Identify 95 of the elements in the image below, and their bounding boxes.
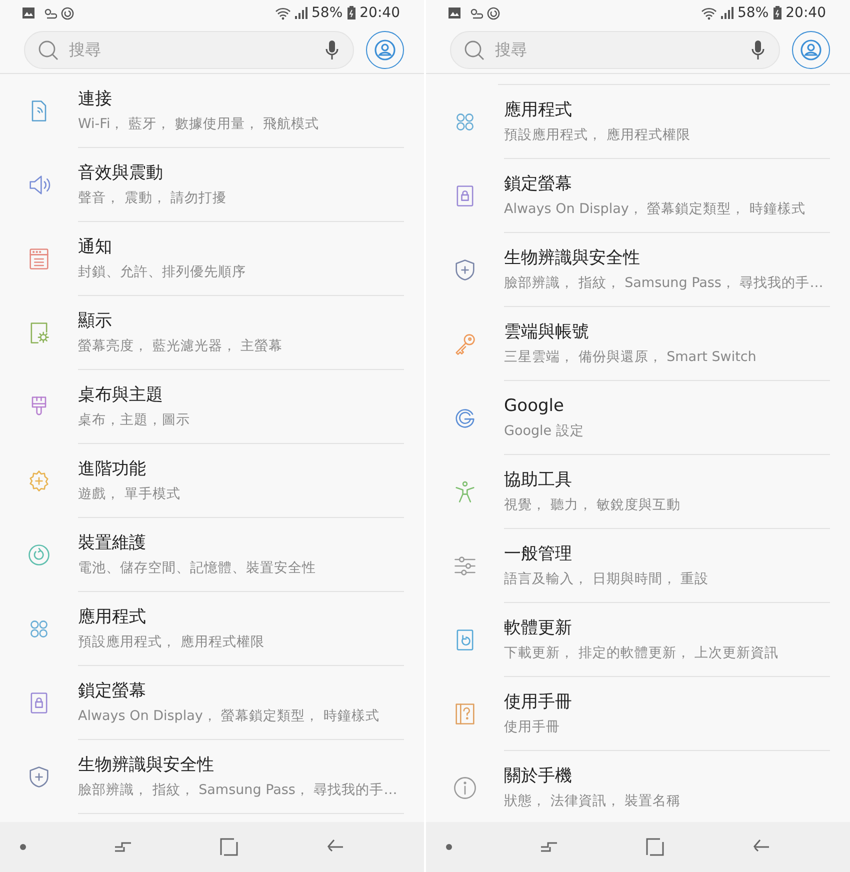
clock-time: 20:40 <box>360 4 400 22</box>
item-title: 連接 <box>78 88 112 108</box>
battery-percentage: 58% <box>738 4 769 22</box>
microphone-icon <box>325 40 339 60</box>
person-circle-icon <box>374 38 396 60</box>
item-subtitle: 電池、儲存空間、記憶體、裝置安全性 <box>78 560 316 576</box>
item-subtitle: 螢幕亮度， 藍光濾光器， 主螢幕 <box>78 338 283 354</box>
settings-item[interactable]: 顯示 螢幕亮度， 藍光濾光器， 主螢幕 <box>0 296 424 370</box>
settings-item[interactable]: 生物辨識與安全性 臉部辨識， 指紋， Samsung Pass， 尋找我的手… <box>0 740 424 814</box>
home-button[interactable] <box>220 838 238 856</box>
item-title: 生物辨識與安全性 <box>78 754 214 774</box>
search-input[interactable]: 搜尋 <box>67 36 317 62</box>
dot-icon <box>446 844 452 850</box>
signal-icon <box>294 7 308 19</box>
wifi-icon <box>274 6 291 20</box>
item-title: 協助工具 <box>504 470 572 490</box>
item-subtitle: 預設應用程式， 應用程式權限 <box>504 126 690 142</box>
item-subtitle: 視覺， 聽力， 敏銳度與互動 <box>504 496 681 512</box>
item-title: 生物辨識與安全性 <box>504 248 640 268</box>
item-title: 應用程式 <box>78 606 146 626</box>
item-title: 應用程式 <box>504 100 572 120</box>
item-subtitle: 下載更新， 排定的軟體更新， 上次更新資訊 <box>504 644 779 660</box>
profile-button[interactable] <box>792 30 830 68</box>
image-icon <box>448 7 461 19</box>
search-field[interactable]: 搜尋 <box>24 30 354 68</box>
search-icon <box>463 38 485 60</box>
item-title: 鎖定螢幕 <box>78 680 146 700</box>
search-field[interactable]: 搜尋 <box>450 30 780 68</box>
settings-item[interactable]: 應用程式 預設應用程式， 應用程式權限 <box>426 85 850 159</box>
profile-button[interactable] <box>366 30 404 68</box>
settings-item[interactable]: 裝置維護 電池、儲存空間、記憶體、裝置安全性 <box>0 518 424 592</box>
settings-item[interactable]: 一般管理 語言及輸入， 日期與時間， 重設 <box>426 529 850 603</box>
settings-item[interactable]: 鎖定螢幕 Always On Display， 螢幕鎖定類型， 時鐘樣式 <box>0 666 424 740</box>
item-title: Google <box>504 396 564 416</box>
info-icon <box>452 775 478 801</box>
item-title: 通知 <box>78 236 112 256</box>
settings-item[interactable]: 通知 封鎖、允許、排列優先順序 <box>0 222 424 296</box>
item-subtitle: 聲音， 震動， 請勿打擾 <box>78 190 227 206</box>
settings-item[interactable]: 雲端與帳號 三星雲端， 備份與還原， Smart Switch <box>426 307 850 381</box>
item-title: 鎖定螢幕 <box>504 174 572 194</box>
item-title: 雲端與帳號 <box>504 322 589 342</box>
person-circle-icon <box>800 38 822 60</box>
item-title: 使用手冊 <box>504 692 572 712</box>
circular-arrow-icon <box>61 6 74 20</box>
item-subtitle: Wi-Fi， 藍牙， 數據使用量， 飛航模式 <box>78 116 320 132</box>
wifi-icon <box>700 6 717 20</box>
item-title: 關於手機 <box>504 766 572 786</box>
settings-item[interactable]: Google Google 設定 <box>426 381 850 455</box>
settings-item[interactable]: 進階功能 遊戲， 單手模式 <box>0 444 424 518</box>
battery-icon <box>772 6 782 20</box>
item-subtitle: 遊戲， 單手模式 <box>78 486 180 502</box>
settings-item[interactable]: 生物辨識與安全性 臉部辨識， 指紋， Samsung Pass， 尋找我的手… <box>426 233 850 307</box>
settings-item[interactable]: 音效與震動 聲音， 震動， 請勿打擾 <box>0 148 424 222</box>
signal-icon <box>720 7 734 19</box>
circular-arrow-icon <box>487 6 500 20</box>
microphone-icon <box>751 40 765 60</box>
dot-button[interactable] <box>446 844 452 850</box>
dot-icon <box>20 844 26 850</box>
dot-button[interactable] <box>20 844 26 850</box>
item-title: 一般管理 <box>504 544 572 564</box>
item-title: 桌布與主題 <box>78 384 163 404</box>
item-title: 音效與震動 <box>78 162 163 182</box>
search-input[interactable]: 搜尋 <box>493 36 743 62</box>
home-button[interactable] <box>646 838 664 856</box>
item-subtitle: 狀態， 法律資訊， 裝置名稱 <box>504 792 681 808</box>
item-subtitle: 封鎖、允許、排列優先順序 <box>78 264 246 280</box>
item-subtitle: 預設應用程式， 應用程式權限 <box>78 634 264 650</box>
item-subtitle: 使用手冊 <box>504 718 560 734</box>
item-subtitle: 三星雲端， 備份與還原， Smart Switch <box>504 348 756 364</box>
settings-item[interactable]: 桌布與主題 桌布，主題，圖示 <box>0 370 424 444</box>
settings-item[interactable]: 連接 Wi-Fi， 藍牙， 數據使用量， 飛航模式 <box>0 74 424 148</box>
item-subtitle: 語言及輸入， 日期與時間， 重設 <box>504 570 709 586</box>
item-subtitle: 桌布，主題，圖示 <box>78 412 190 428</box>
weather-icon <box>469 6 483 20</box>
item-subtitle: 臉部辨識， 指紋， Samsung Pass， 尋找我的手… <box>504 274 824 290</box>
settings-item[interactable]: 軟體更新 下載更新， 排定的軟體更新， 上次更新資訊 <box>426 603 850 677</box>
image-icon <box>22 7 35 19</box>
item-title: 進階功能 <box>78 458 146 478</box>
item-subtitle: Always On Display， 螢幕鎖定類型， 時鐘樣式 <box>78 708 380 724</box>
settings-item[interactable]: 應用程式 預設應用程式， 應用程式權限 <box>0 592 424 666</box>
item-title: 裝置維護 <box>78 532 146 552</box>
item-subtitle: 臉部辨識， 指紋， Samsung Pass， 尋找我的手… <box>78 782 398 798</box>
battery-icon <box>346 6 356 20</box>
refresh-circle-icon <box>26 542 52 568</box>
item-title: 顯示 <box>78 310 112 330</box>
battery-percentage: 58% <box>312 4 343 22</box>
settings-item[interactable]: 鎖定螢幕 Always On Display， 螢幕鎖定類型， 時鐘樣式 <box>426 159 850 233</box>
item-subtitle: Google 設定 <box>504 422 584 438</box>
settings-item[interactable]: 協助工具 視覺， 聽力， 敏銳度與互動 <box>426 455 850 529</box>
settings-item[interactable]: 使用手冊 使用手冊 <box>426 677 850 751</box>
search-icon <box>37 38 59 60</box>
clock-time: 20:40 <box>786 4 826 22</box>
weather-icon <box>43 6 57 20</box>
item-title: 軟體更新 <box>504 618 572 638</box>
item-subtitle: Always On Display， 螢幕鎖定類型， 時鐘樣式 <box>504 200 806 216</box>
